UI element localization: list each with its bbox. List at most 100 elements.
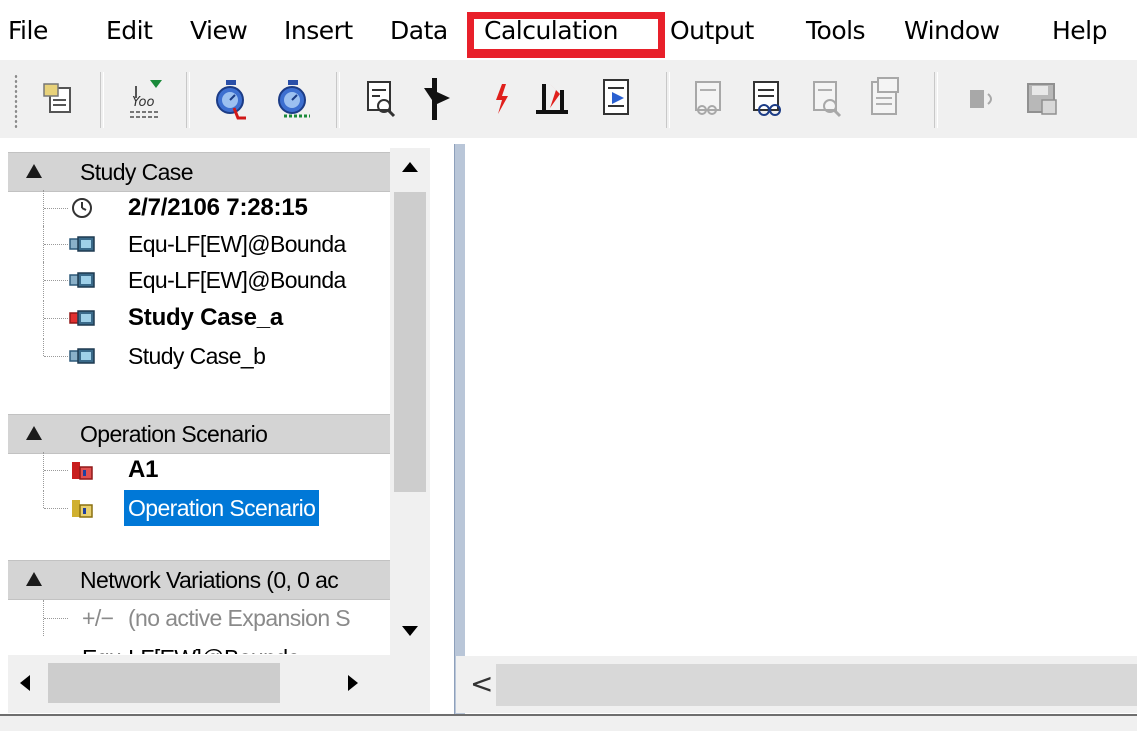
scroll-up-button[interactable] bbox=[390, 148, 430, 188]
document-report-icon bbox=[871, 77, 899, 115]
load-flow-settings-icon: Yoo bbox=[130, 80, 162, 118]
tree-item-operation-scenario[interactable]: Operation Scenario bbox=[8, 490, 390, 526]
scroll-thumb[interactable] bbox=[394, 192, 426, 492]
variables-button[interactable] bbox=[744, 70, 788, 128]
toolbar-separator bbox=[186, 72, 190, 128]
rms-simulation-button[interactable] bbox=[416, 70, 460, 128]
fault-icon bbox=[496, 84, 508, 114]
output-report-icon bbox=[603, 79, 629, 115]
section-header-label: Network Variations (0, 0 ac bbox=[80, 567, 339, 593]
menu-window[interactable]: Window bbox=[904, 13, 1000, 49]
reset-icon bbox=[970, 90, 992, 108]
variables-icon bbox=[753, 81, 781, 116]
report-preview-button[interactable] bbox=[804, 70, 848, 128]
svg-text:Yoo: Yoo bbox=[132, 95, 154, 110]
active-study-case-icon bbox=[68, 307, 96, 329]
results-view-button[interactable] bbox=[686, 70, 730, 128]
save-icon bbox=[1027, 83, 1057, 115]
menu-bar: File Edit View Insert Data Calculation O… bbox=[0, 0, 1137, 58]
load-flow-settings-button[interactable]: Yoo bbox=[122, 70, 166, 128]
graphic-workspace[interactable] bbox=[472, 138, 1137, 656]
tree-item-a1[interactable]: A1 bbox=[8, 452, 390, 488]
reset-button[interactable] bbox=[960, 70, 1004, 128]
workspace-horizontal-scrollbar[interactable]: < bbox=[456, 656, 1137, 713]
tree-item-label: Equ-LF[EW]@Bounda bbox=[128, 267, 346, 293]
scroll-left-icon[interactable]: < bbox=[470, 668, 493, 700]
collapse-triangle-icon[interactable] bbox=[26, 426, 42, 440]
scenario-icon bbox=[68, 497, 96, 519]
calculate-load-flow-button[interactable] bbox=[208, 70, 252, 128]
output-report-button[interactable] bbox=[594, 70, 638, 128]
menu-output[interactable]: Output bbox=[670, 13, 754, 49]
menu-insert[interactable]: Insert bbox=[284, 13, 353, 49]
network-data-button[interactable] bbox=[36, 70, 80, 128]
clock-icon bbox=[68, 197, 96, 219]
arrow-right-icon[interactable] bbox=[348, 675, 358, 691]
menu-help[interactable]: Help bbox=[1052, 13, 1108, 49]
study-case-icon bbox=[68, 345, 96, 367]
save-button[interactable] bbox=[1020, 70, 1064, 128]
edit-results-button[interactable] bbox=[358, 70, 402, 128]
menu-file[interactable]: File bbox=[8, 13, 48, 49]
tree-item-label: Study Case_b bbox=[128, 343, 266, 369]
calculate-short-circuit-icon bbox=[278, 80, 310, 118]
report-preview-icon bbox=[813, 81, 842, 118]
tree-item-date[interactable]: 2/7/2106 7:28:15 bbox=[8, 190, 390, 226]
toolbar-grip[interactable] bbox=[14, 74, 18, 128]
arrow-up-icon bbox=[402, 162, 418, 172]
study-case-header[interactable]: Study Case bbox=[8, 152, 390, 192]
document-report-button[interactable] bbox=[864, 70, 908, 128]
scroll-down-button[interactable] bbox=[390, 612, 430, 652]
panel-splitter[interactable] bbox=[448, 138, 466, 718]
tree-item-study-case-b[interactable]: Study Case_b bbox=[8, 338, 390, 374]
menu-data[interactable]: Data bbox=[390, 13, 448, 49]
menu-view[interactable]: View bbox=[190, 13, 248, 49]
active-scenario-icon bbox=[68, 459, 96, 481]
network-variations-header[interactable]: Network Variations (0, 0 ac bbox=[8, 560, 390, 600]
tree-item-equ-lf-variation[interactable]: Equ-LF[EW]@Bounda bbox=[8, 636, 390, 654]
data-manager-tree: Study Case 2/7/2106 7:28:15 Equ-LF[EW]@B… bbox=[0, 138, 432, 718]
edit-results-icon bbox=[367, 81, 396, 118]
arrow-left-icon[interactable] bbox=[20, 675, 30, 691]
collapse-triangle-icon[interactable] bbox=[26, 572, 42, 586]
rms-simulation-icon bbox=[424, 78, 450, 120]
toolbar-separator bbox=[336, 72, 340, 128]
harmonics-icon bbox=[536, 84, 568, 114]
scrollbar-corner bbox=[390, 652, 430, 713]
calculate-short-circuit-button[interactable] bbox=[270, 70, 314, 128]
toolbar-separator bbox=[934, 72, 938, 128]
tree-item-label: Equ-LF[EW]@Bounda bbox=[82, 640, 300, 654]
toolbar: Yoo bbox=[0, 60, 1137, 138]
tree-item-label: A1 bbox=[128, 456, 159, 483]
study-case-icon bbox=[68, 269, 96, 291]
status-bar bbox=[0, 714, 1137, 731]
harmonics-button[interactable] bbox=[530, 70, 574, 128]
tree-item-label: Equ-LF[EW]@Bounda bbox=[128, 231, 346, 257]
tree-item-label: Operation Scenario bbox=[124, 490, 320, 526]
study-case-icon bbox=[68, 233, 96, 255]
tree-item-label: Study Case_a bbox=[128, 304, 284, 331]
calculate-load-flow-icon bbox=[216, 80, 246, 120]
section-header-label: Study Case bbox=[80, 159, 194, 185]
menu-tools[interactable]: Tools bbox=[806, 13, 866, 49]
tree-item-label: 2/7/2106 7:28:15 bbox=[128, 194, 308, 221]
section-header-label: Operation Scenario bbox=[80, 421, 268, 447]
results-view-icon bbox=[695, 81, 721, 115]
tree-vertical-scrollbar[interactable] bbox=[390, 148, 430, 652]
scroll-thumb[interactable] bbox=[48, 663, 280, 703]
operation-scenario-header[interactable]: Operation Scenario bbox=[8, 414, 390, 454]
tree-item-equ-lf-1[interactable]: Equ-LF[EW]@Bounda bbox=[8, 226, 390, 262]
menu-edit[interactable]: Edit bbox=[106, 13, 153, 49]
tree-item-no-active-expansion[interactable]: +/− (no active Expansion S bbox=[8, 600, 390, 636]
tree-item-study-case-a[interactable]: Study Case_a bbox=[8, 300, 390, 336]
scroll-track[interactable] bbox=[496, 664, 1137, 706]
network-data-icon bbox=[43, 83, 71, 113]
fault-button[interactable] bbox=[480, 70, 524, 128]
tree-item-prefix: +/− bbox=[82, 605, 114, 631]
collapse-triangle-icon[interactable] bbox=[26, 164, 42, 178]
tree-horizontal-scrollbar[interactable] bbox=[8, 655, 390, 713]
toolbar-separator bbox=[100, 72, 104, 128]
tree-item-equ-lf-2[interactable]: Equ-LF[EW]@Bounda bbox=[8, 262, 390, 298]
arrow-down-icon bbox=[402, 626, 418, 636]
tree-item-label: (no active Expansion S bbox=[128, 605, 351, 631]
